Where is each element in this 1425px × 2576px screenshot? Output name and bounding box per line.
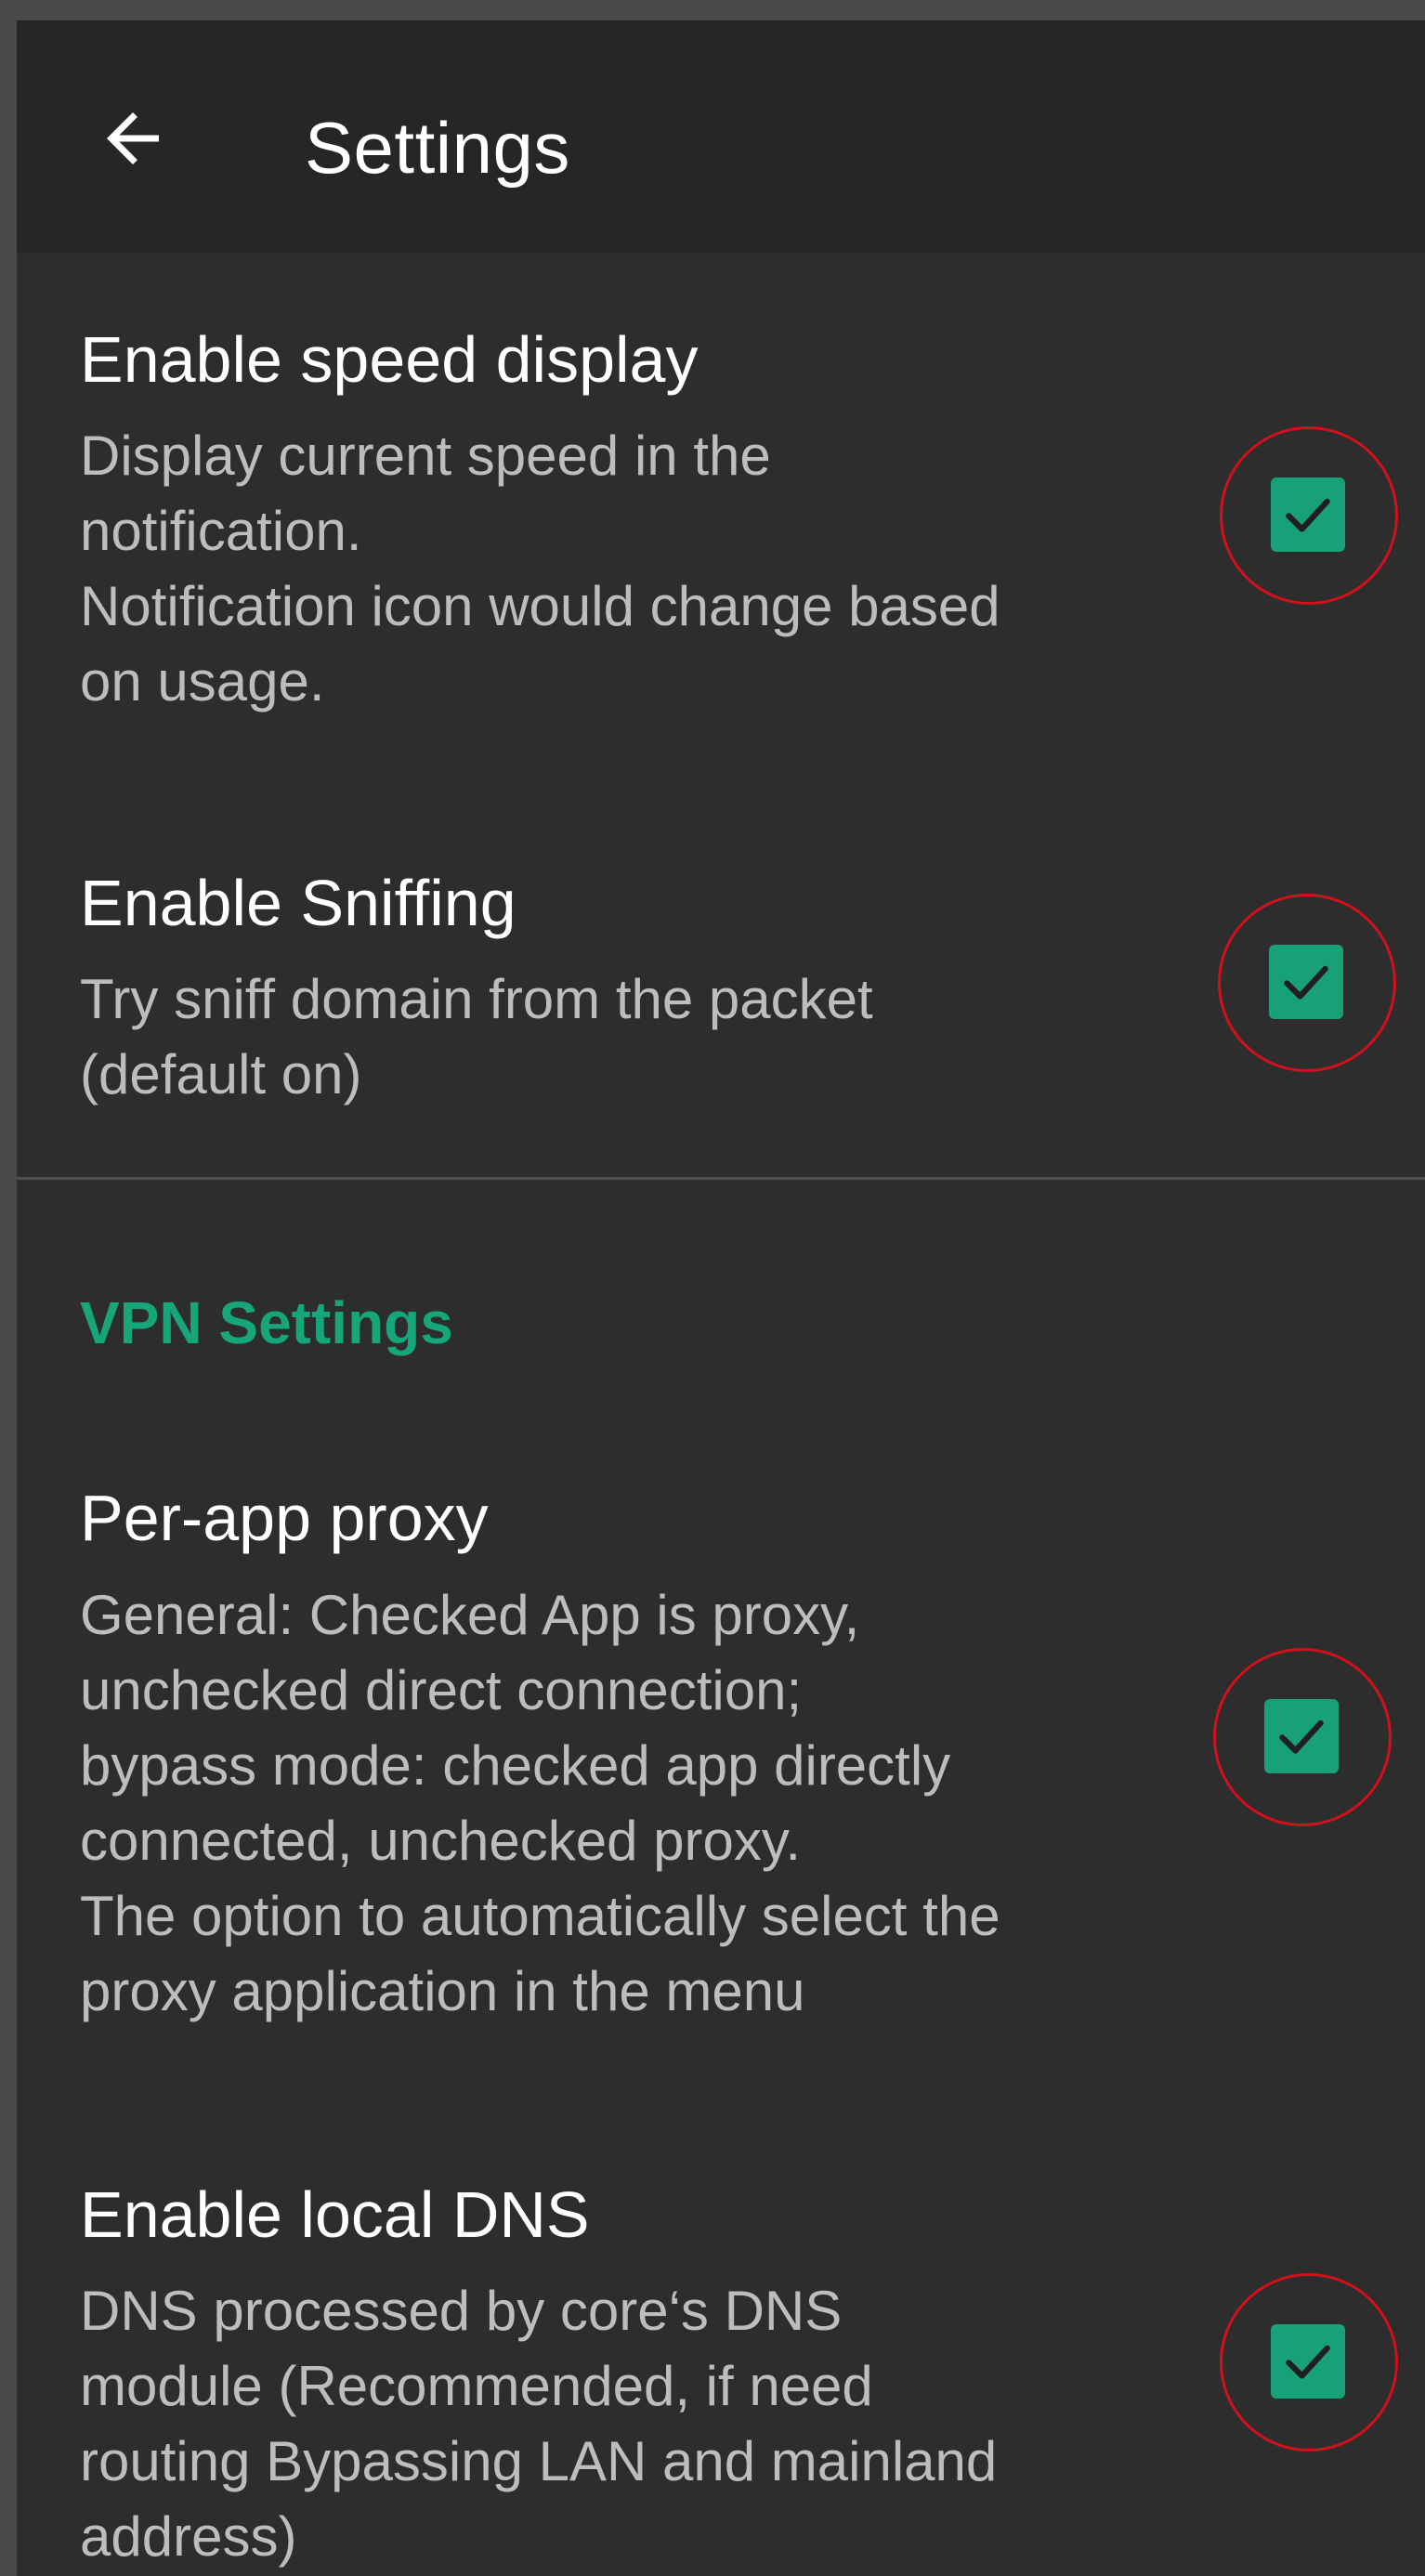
check-icon <box>1284 965 1328 1000</box>
speed-display-checkbox[interactable] <box>1220 426 1398 605</box>
pref-per-app-proxy[interactable]: Per-app proxy General: Checked App is pr… <box>17 1451 1425 2083</box>
check-icon <box>1279 1720 1324 1754</box>
back-button[interactable] <box>82 87 184 190</box>
checkbox-checked <box>1271 477 1345 552</box>
pref-title: Per-app proxy <box>80 1482 489 1554</box>
section-divider <box>17 1177 1425 1180</box>
check-icon <box>1286 2345 1330 2379</box>
sniffing-checkbox[interactable] <box>1218 894 1396 1072</box>
pref-speed-display[interactable]: Enable speed display Display current spe… <box>17 253 1425 829</box>
per-app-proxy-checkbox[interactable] <box>1213 1648 1392 1826</box>
checkbox-checked <box>1264 1699 1339 1773</box>
settings-list: Enable speed display Display current spe… <box>17 253 1425 2576</box>
pref-summary: Display current speed in the notificatio… <box>80 425 1000 713</box>
page-title: Settings <box>305 107 570 189</box>
pref-title: Enable Sniffing <box>80 867 516 939</box>
pref-local-dns[interactable]: Enable local DNS DNS processed by core‘s… <box>17 2129 1425 2576</box>
check-icon <box>1286 498 1330 532</box>
local-dns-checkbox[interactable] <box>1220 2273 1398 2452</box>
app-bar: Settings <box>17 20 1425 253</box>
section-header-vpn: VPN Settings <box>80 1289 453 1356</box>
pref-summary: Try sniff domain from the packet (defaul… <box>80 968 873 1105</box>
checkbox-checked <box>1269 945 1343 1019</box>
pref-title: Enable local DNS <box>80 2178 590 2251</box>
arrow-left-icon <box>107 112 159 164</box>
pref-summary: DNS processed by core‘s DNS module (Reco… <box>80 2280 998 2568</box>
pref-title: Enable speed display <box>80 323 699 396</box>
checkbox-checked <box>1271 2324 1345 2399</box>
pref-summary: General: Checked App is proxy, unchecked… <box>80 1584 1000 2022</box>
